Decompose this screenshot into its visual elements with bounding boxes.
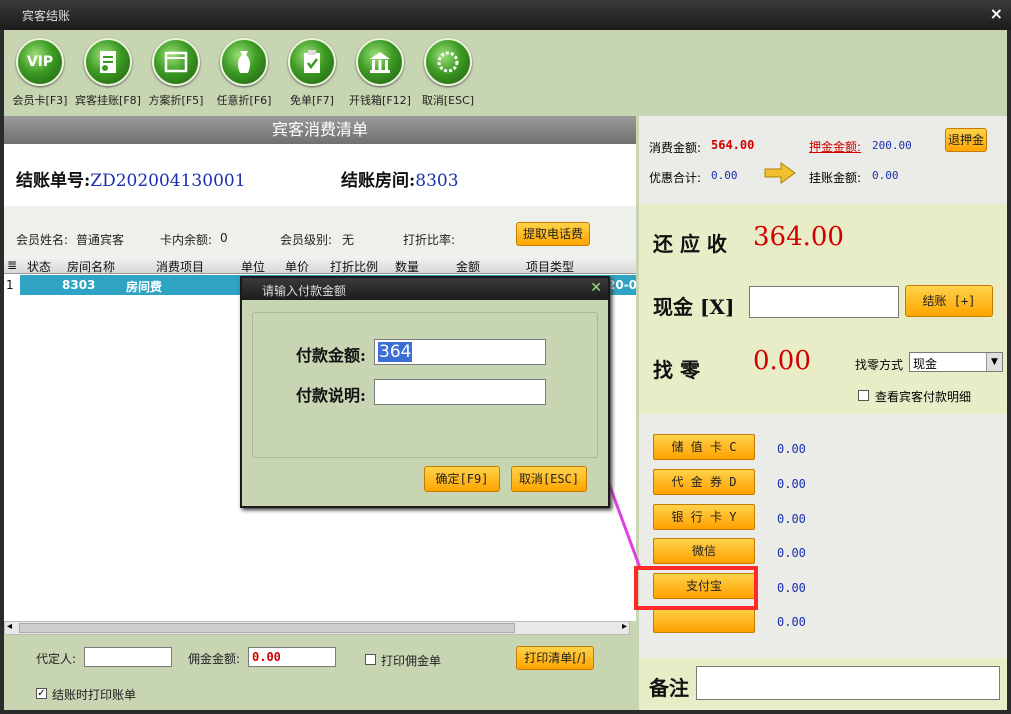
- dialog-cancel-button[interactable]: 取消[ESC]: [511, 466, 587, 492]
- pay-amount-value: 364: [378, 342, 413, 362]
- pay-note-input[interactable]: [374, 379, 546, 405]
- checkout-window: 宾客结账 × VIP 会员卡[F3] 宾客挂账[F8] 方案折[F5] 任意折[…: [0, 0, 1011, 714]
- confirm-button[interactable]: 确定[F9]: [424, 466, 500, 492]
- pay-amount-label: 付款金额:: [296, 346, 366, 365]
- pay-amount-input[interactable]: 364: [374, 339, 546, 365]
- pay-note-label: 付款说明:: [296, 386, 366, 405]
- payment-amount-dialog: 请输入付款金额 ✕ 付款金额: 364 付款说明: 确定[F9] 取消[ESC]: [240, 276, 610, 508]
- dialog-close-icon[interactable]: ✕: [590, 280, 602, 296]
- dialog-title: 请输入付款金额: [242, 278, 608, 300]
- alipay-highlight-box: [634, 566, 758, 610]
- dialog-body: 付款金额: 364 付款说明:: [252, 312, 598, 458]
